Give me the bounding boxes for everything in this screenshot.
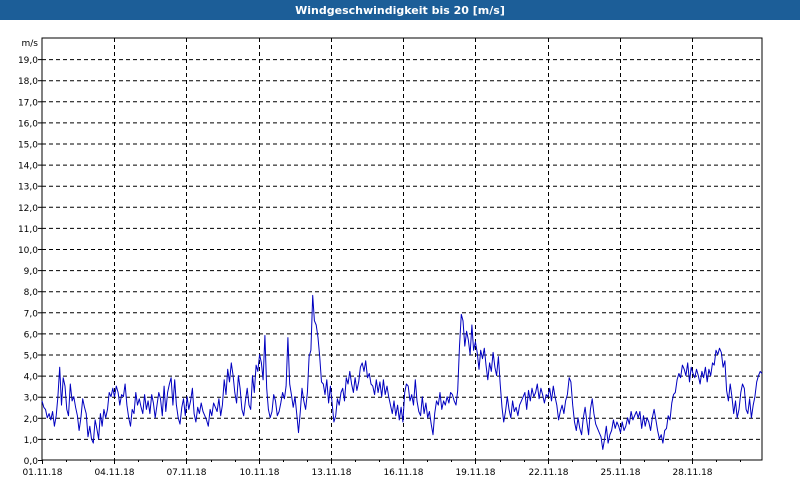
y-tick-label: 7,0 [24, 309, 39, 319]
y-tick-label: 18,0 [18, 77, 38, 87]
y-tick-label: 17,0 [18, 98, 38, 108]
x-tick-label: 01.11.18 [22, 468, 62, 478]
x-tick-label: 10.11.18 [239, 468, 279, 478]
y-tick-label: 14,0 [18, 162, 38, 172]
y-tick-label: 1,0 [24, 436, 39, 446]
x-tick-label: 22.11.18 [528, 468, 568, 478]
x-tick-label: 13.11.18 [311, 468, 351, 478]
grid-layer [41, 37, 763, 461]
x-tick-label: 16.11.18 [383, 468, 423, 478]
y-tick-label: 13,0 [18, 183, 38, 193]
y-tick-label: 4,0 [24, 373, 39, 383]
x-tick-label: 19.11.18 [455, 468, 495, 478]
y-tick-label: 15,0 [18, 141, 38, 151]
window-title: Windgeschwindigkeit bis 20 [m/s] [0, 0, 800, 20]
y-tick-label: 9,0 [24, 267, 39, 277]
y-tick-label: 19,0 [18, 56, 38, 66]
y-tick-label: 12,0 [18, 204, 38, 214]
x-tick-label: 28.11.18 [672, 468, 712, 478]
y-tick-label: 16,0 [18, 119, 38, 129]
y-tick-label: 8,0 [24, 288, 39, 298]
y-tick-label: 2,0 [24, 415, 39, 425]
wind-speed-chart: 0,0 1,0 2,0 3,0 4,0 5,0 6,0 7,0 8,0 9,0 10,0 11,0 12… [18, 37, 763, 478]
chart-area: 0,0 1,0 2,0 3,0 4,0 5,0 6,0 7,0 8,0 9,0 10,0 11,0 12… [0, 20, 800, 500]
y-tick-label: 11,0 [18, 225, 38, 235]
y-tick-label: 3,0 [24, 394, 39, 404]
y-tick-label: 10,0 [18, 246, 38, 256]
x-tick-label: 25.11.18 [600, 468, 640, 478]
y-tick-label: 6,0 [24, 330, 39, 340]
x-tick-label: 07.11.18 [166, 468, 206, 478]
y-axis-label: m/s [22, 39, 39, 49]
y-tick-label: 5,0 [24, 352, 39, 362]
x-tick-label: 04.11.18 [94, 468, 134, 478]
chart-window: Windgeschwindigkeit bis 20 [m/s] 0,0 1,0 2… [0, 0, 800, 500]
y-tick-label: 0,0 [24, 457, 39, 467]
